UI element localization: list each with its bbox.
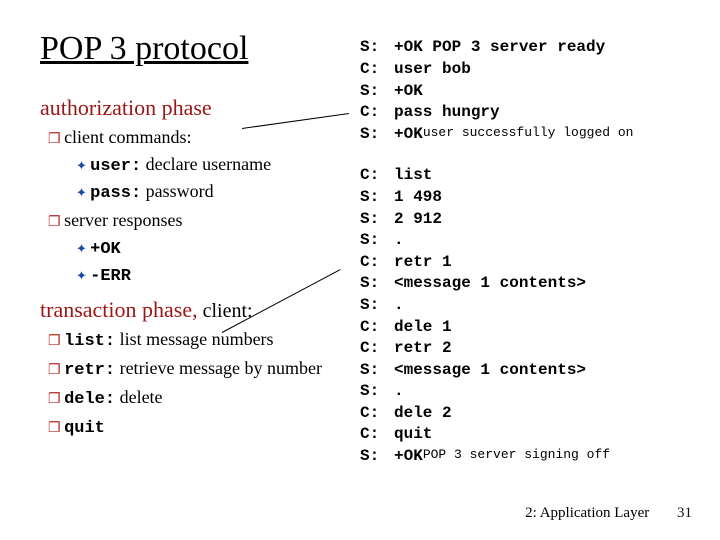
retr-desc: retrieve message by number [115,358,322,378]
page-number: 31 [677,505,692,521]
transcript-line: C:pass hungry [360,102,700,124]
left-column: authorization phase client commands: use… [40,87,360,448]
transcript-line: C:dele 1 [360,317,700,339]
list-command-item: list: list message numbers [48,327,360,354]
server-responses-sublist: +OK -ERR [48,235,360,289]
speaker-prefix: C: [360,102,394,124]
quit-command-item: quit [48,414,360,441]
speaker-prefix: S: [360,209,394,231]
retr-cmd: retr: [64,361,115,380]
retr-command-item: retr: retrieve message by number [48,356,360,383]
right-column: S:+OK POP 3 server readyC:user bobS:+OKC… [360,37,700,487]
transcript-small-text: user successfully logged on [423,124,634,146]
dele-desc: delete [115,387,162,407]
transcript-text: retr 1 [394,252,452,274]
transcript-line: S:+OK POP 3 server signing off [360,446,700,468]
speaker-prefix: C: [360,317,394,339]
transcript-line: S:+OK POP 3 server ready [360,37,700,59]
transcript-text: user bob [394,59,471,81]
server-responses-label: server responses [64,210,182,230]
err-response-item: -ERR [76,262,360,289]
transcript-text: 1 498 [394,187,442,209]
transcript-line: S:+OK user successfully logged on [360,124,700,146]
speaker-prefix: S: [360,381,394,403]
trans-phase-heading: transaction phase, client: [40,297,360,323]
server-responses-item: server responses +OK -ERR [48,208,360,289]
transcript-line: S:. [360,230,700,252]
list-cmd: list: [64,332,115,351]
transcript-line: S:<message 1 contents> [360,360,700,382]
client-commands-item: client commands: user: declare username … [48,125,360,206]
user-command-item: user: declare username [76,152,360,179]
transcript-text: . [394,381,404,403]
speaker-prefix: S: [360,81,394,103]
transcript-text: <message 1 contents> [394,273,586,295]
transcript-line: C:retr 1 [360,252,700,274]
transcript-line: C:quit [360,424,700,446]
speaker-prefix: C: [360,403,394,425]
ok-code: +OK [90,240,121,259]
transcript-text: quit [394,424,432,446]
trans-transcript: C:listS:1 498S:2 912S:.C:retr 1S:<messag… [360,165,700,467]
trans-list: list: list message numbers retr: retriev… [40,327,360,441]
slide: POP 3 protocol authorization phase clien… [0,0,720,540]
transcript-text: . [394,230,404,252]
auth-list: client commands: user: declare username … [40,125,360,289]
dele-command-item: dele: delete [48,385,360,412]
transcript-text: list [394,165,432,187]
pass-cmd: pass: [90,184,141,203]
transcript-line: S:1 498 [360,187,700,209]
list-desc: list message numbers [115,329,273,349]
client-commands-label: client commands: [64,127,191,147]
pass-desc: password [141,181,214,201]
transcript-line: C:user bob [360,59,700,81]
transcript-line: S:+OK [360,81,700,103]
transcript-text: +OK [394,446,423,468]
speaker-prefix: S: [360,230,394,252]
client-commands-sublist: user: declare username pass: password [48,152,360,206]
pass-command-item: pass: password [76,179,360,206]
transcript-text: 2 912 [394,209,442,231]
transcript-text: dele 1 [394,317,452,339]
transcript-text: . [394,295,404,317]
content-columns: authorization phase client commands: use… [40,87,700,487]
transcript-text: +OK [394,81,423,103]
user-cmd: user: [90,157,141,176]
speaker-prefix: C: [360,252,394,274]
transcript-text: +OK [394,124,423,146]
trans-phase-label: transaction phase, [40,297,198,322]
transcript-line: C:retr 2 [360,338,700,360]
transcript-line: S:. [360,381,700,403]
transcript-text: +OK POP 3 server ready [394,37,605,59]
transcript-text: pass hungry [394,102,500,124]
speaker-prefix: C: [360,59,394,81]
speaker-prefix: S: [360,124,394,146]
speaker-prefix: S: [360,446,394,468]
speaker-prefix: S: [360,37,394,59]
speaker-prefix: C: [360,424,394,446]
transcript-text: retr 2 [394,338,452,360]
ok-response-item: +OK [76,235,360,262]
speaker-prefix: C: [360,338,394,360]
slide-footer: 2: Application Layer 31 [525,505,692,522]
speaker-prefix: S: [360,187,394,209]
err-code: -ERR [90,267,131,286]
transcript-text: <message 1 contents> [394,360,586,382]
transcript-line: S:2 912 [360,209,700,231]
speaker-prefix: S: [360,273,394,295]
quit-cmd: quit [64,419,105,438]
transcript-line: S:<message 1 contents> [360,273,700,295]
speaker-prefix: C: [360,165,394,187]
transcript-text: dele 2 [394,403,452,425]
transcript-line: S:. [360,295,700,317]
dele-cmd: dele: [64,390,115,409]
transcript-line: C:dele 2 [360,403,700,425]
transcript-small-text: POP 3 server signing off [423,446,610,468]
footer-label: 2: Application Layer [525,505,649,521]
transcript-line: C:list [360,165,700,187]
speaker-prefix: S: [360,295,394,317]
auth-transcript: S:+OK POP 3 server readyC:user bobS:+OKC… [360,37,700,145]
user-desc: declare username [141,154,271,174]
speaker-prefix: S: [360,360,394,382]
